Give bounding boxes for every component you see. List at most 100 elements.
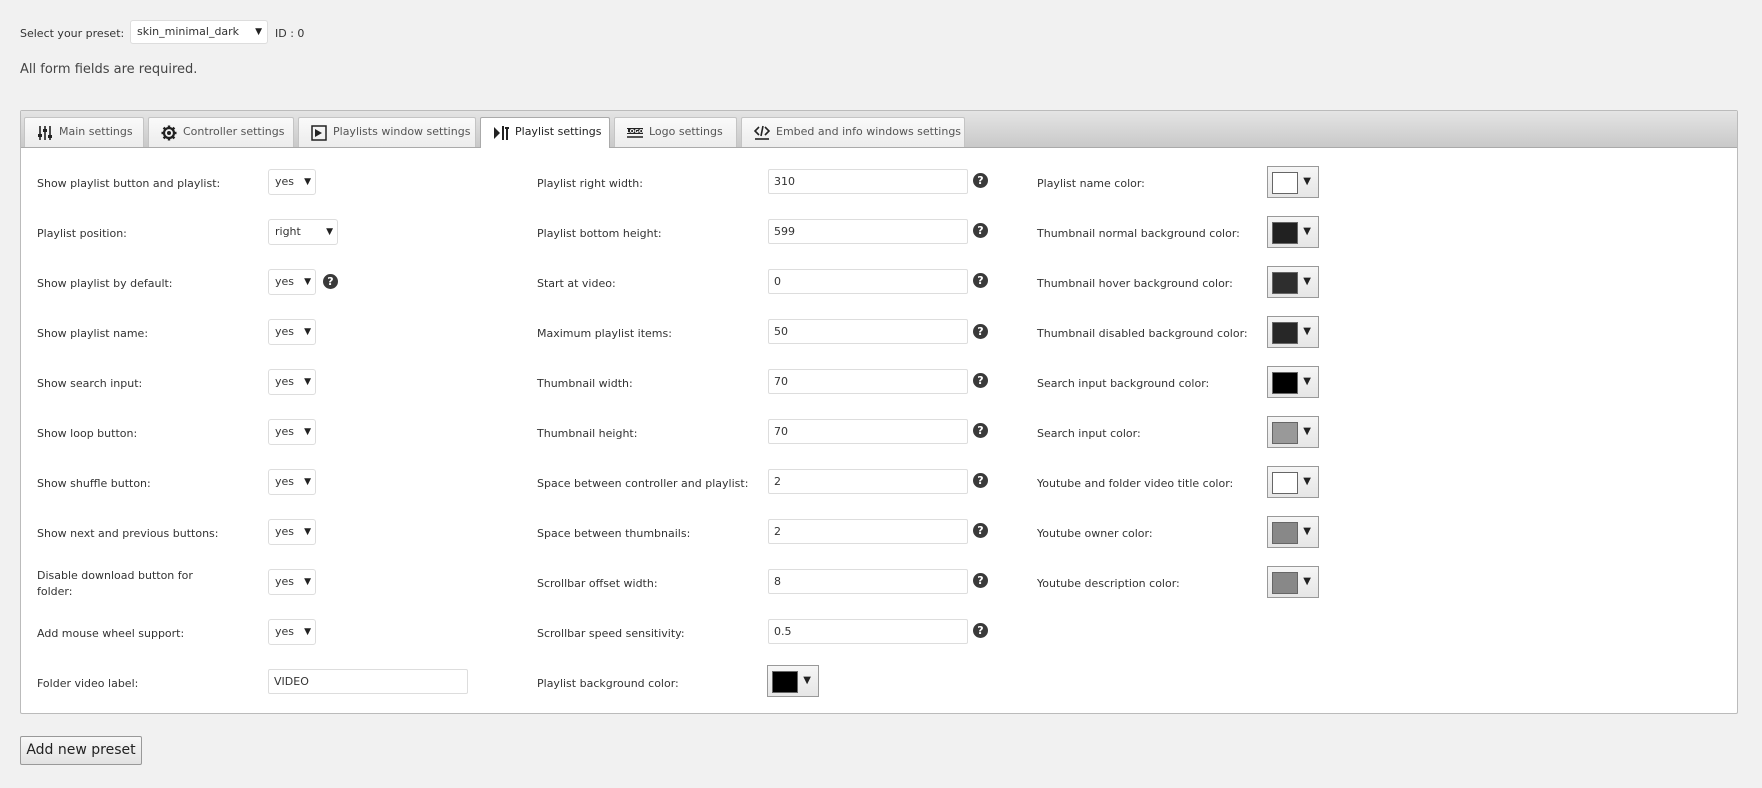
thumbnail-normal-bg-color-picker[interactable]: ▼ — [1267, 216, 1319, 248]
chevron-down-icon: ▼ — [304, 327, 311, 337]
thumbnail-disabled-bg-color-picker[interactable]: ▼ — [1267, 316, 1319, 348]
tab-label: Logo settings — [649, 125, 723, 138]
field-label: Youtube and folder video title color: — [1037, 477, 1234, 490]
color-swatch — [1272, 272, 1298, 294]
max-playlist-items-input[interactable]: 50 — [768, 319, 968, 344]
preset-label: Select your preset: — [20, 27, 125, 40]
chevron-down-icon: ▼ — [1303, 276, 1311, 287]
chevron-down-icon: ▼ — [304, 527, 311, 537]
help-icon[interactable]: ? — [323, 274, 338, 289]
scrollbar-offset-width-input[interactable]: 8 — [768, 569, 968, 594]
field-label: Maximum playlist items: — [537, 327, 672, 340]
help-icon[interactable]: ? — [973, 473, 988, 488]
field-label: Search input color: — [1037, 427, 1141, 440]
show-playlist-button-select[interactable]: yes ▼ — [268, 169, 316, 195]
chevron-down-icon: ▼ — [1303, 426, 1311, 437]
playlists-window-icon — [311, 125, 327, 141]
help-icon[interactable]: ? — [973, 324, 988, 339]
field-label: Show next and previous buttons: — [37, 527, 219, 540]
show-playlist-default-select[interactable]: yes ▼ — [268, 269, 316, 295]
show-search-input-select[interactable]: yes ▼ — [268, 369, 316, 395]
field-label: Show playlist by default: — [37, 277, 173, 290]
tab-playlists-window-settings[interactable]: Playlists window settings — [298, 117, 476, 147]
chevron-down-icon: ▼ — [304, 377, 311, 387]
add-new-preset-button[interactable]: Add new preset — [20, 736, 142, 765]
playlist-right-width-input[interactable]: 310 — [768, 169, 968, 194]
field-label: Folder video label: — [37, 677, 139, 690]
preset-select-value: skin_minimal_dark — [137, 25, 240, 38]
field-label: Thumbnail disabled background color: — [1037, 327, 1248, 340]
select-value: right — [275, 225, 301, 238]
chevron-down-icon: ▼ — [1303, 226, 1311, 237]
tab-label: Main settings — [59, 125, 133, 138]
field-label: Playlist position: — [37, 227, 127, 240]
select-value: yes — [275, 475, 295, 488]
playlist-name-color-picker[interactable]: ▼ — [1267, 166, 1319, 198]
tab-logo-settings[interactable]: LOGO Logo settings — [614, 117, 737, 147]
help-icon[interactable]: ? — [973, 273, 988, 288]
show-shuffle-button-select[interactable]: yes ▼ — [268, 469, 316, 495]
embed-icon — [754, 125, 770, 140]
tab-bar: Main settings Controller settings Playli… — [21, 111, 1737, 148]
video-title-color-picker[interactable]: ▼ — [1267, 466, 1319, 498]
color-swatch — [1272, 472, 1298, 494]
playlist-icon — [494, 126, 509, 140]
color-swatch — [1272, 322, 1298, 344]
chevron-down-icon: ▼ — [304, 477, 311, 487]
field-label: Space between controller and playlist: — [537, 477, 749, 490]
help-icon[interactable]: ? — [973, 623, 988, 638]
thumbnail-width-input[interactable]: 70 — [768, 369, 968, 394]
show-playlist-name-select[interactable]: yes ▼ — [268, 319, 316, 345]
help-icon[interactable]: ? — [973, 573, 988, 588]
search-input-color-picker[interactable]: ▼ — [1267, 416, 1319, 448]
help-icon[interactable]: ? — [973, 223, 988, 238]
color-swatch — [1272, 522, 1298, 544]
chevron-down-icon: ▼ — [1303, 326, 1311, 337]
tab-controller-settings[interactable]: Controller settings — [148, 117, 294, 147]
disable-download-select[interactable]: yes ▼ — [268, 569, 316, 595]
playlist-position-select[interactable]: right ▼ — [268, 219, 338, 245]
thumbnail-hover-bg-color-picker[interactable]: ▼ — [1267, 266, 1319, 298]
start-at-video-input[interactable]: 0 — [768, 269, 968, 294]
select-value: yes — [275, 375, 295, 388]
chevron-down-icon: ▼ — [1303, 576, 1311, 587]
playlist-bottom-height-input[interactable]: 599 — [768, 219, 968, 244]
help-icon[interactable]: ? — [973, 373, 988, 388]
show-next-prev-select[interactable]: yes ▼ — [268, 519, 316, 545]
space-thumbnails-input[interactable]: 2 — [768, 519, 968, 544]
select-value: yes — [275, 275, 295, 288]
folder-video-label-input[interactable]: VIDEO — [268, 669, 468, 694]
preset-select[interactable]: skin_minimal_dark ▼ — [130, 20, 268, 44]
tab-playlist-settings[interactable]: Playlist settings — [480, 117, 610, 148]
field-label: Thumbnail normal background color: — [1037, 227, 1240, 240]
youtube-owner-color-picker[interactable]: ▼ — [1267, 516, 1319, 548]
playlist-background-color-picker[interactable]: ▼ — [767, 665, 819, 697]
tab-main-settings[interactable]: Main settings — [24, 117, 144, 147]
thumbnail-height-input[interactable]: 70 — [768, 419, 968, 444]
field-label: Space between thumbnails: — [537, 527, 691, 540]
field-label: Add mouse wheel support: — [37, 627, 185, 640]
mouse-wheel-select[interactable]: yes ▼ — [268, 619, 316, 645]
field-label: Show shuffle button: — [37, 477, 151, 490]
help-icon[interactable]: ? — [973, 423, 988, 438]
field-label: Playlist name color: — [1037, 177, 1145, 190]
select-value: yes — [275, 525, 295, 538]
tab-label: Embed and info windows settings — [776, 125, 962, 138]
chevron-down-icon: ▼ — [255, 27, 262, 37]
tab-label: Playlist settings — [515, 125, 602, 138]
youtube-description-color-picker[interactable]: ▼ — [1267, 566, 1319, 598]
select-value: yes — [275, 575, 295, 588]
field-label: Disable download button for folder: — [37, 569, 193, 598]
show-loop-button-select[interactable]: yes ▼ — [268, 419, 316, 445]
chevron-down-icon: ▼ — [304, 427, 311, 437]
field-label: Show loop button: — [37, 427, 138, 440]
help-icon[interactable]: ? — [973, 173, 988, 188]
scrollbar-speed-input[interactable]: 0.5 — [768, 619, 968, 644]
search-input-bg-color-picker[interactable]: ▼ — [1267, 366, 1319, 398]
space-controller-playlist-input[interactable]: 2 — [768, 469, 968, 494]
tab-embed-info-settings[interactable]: Embed and info windows settings — [741, 117, 965, 147]
logo-icon: LOGO — [627, 128, 643, 138]
field-label: Start at video: — [537, 277, 616, 290]
field-label: Search input background color: — [1037, 377, 1210, 390]
help-icon[interactable]: ? — [973, 523, 988, 538]
